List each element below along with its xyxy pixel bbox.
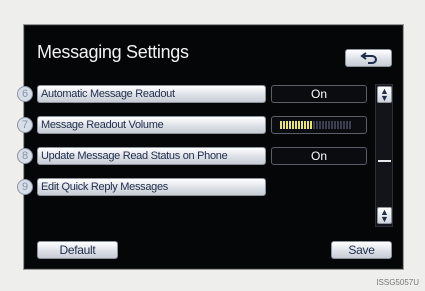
status-value: On — [310, 87, 327, 101]
volume-segment-empty — [346, 121, 348, 129]
display-screen: Messaging Settings 6 Automatic Message R… — [17, 25, 403, 269]
volume-level-bars — [280, 121, 352, 129]
row-label: Message Readout Volume — [41, 119, 164, 131]
volume-segment-empty — [343, 121, 345, 129]
volume-segment-filled — [292, 121, 294, 129]
volume-segment-empty — [328, 121, 330, 129]
scroll-down-button[interactable]: ▲ ▼ — [377, 207, 392, 224]
volume-segment-empty — [337, 121, 339, 129]
scrollbar-thumb[interactable] — [378, 160, 391, 162]
status-value: On — [310, 149, 327, 163]
volume-segment-filled — [298, 121, 300, 129]
save-label: Save — [348, 243, 375, 257]
automatic-message-readout-button[interactable]: Automatic Message Readout — [37, 85, 266, 103]
back-arrow-icon — [359, 52, 377, 64]
update-read-status-value[interactable]: On — [271, 147, 367, 165]
volume-segment-filled — [283, 121, 285, 129]
volume-segment-filled — [286, 121, 288, 129]
update-message-read-status-button[interactable]: Update Message Read Status on Phone — [37, 147, 266, 165]
scroll-up-button[interactable]: ▲ ▼ — [377, 86, 392, 103]
volume-segment-filled — [304, 121, 306, 129]
page-title: Messaging Settings — [37, 42, 189, 62]
volume-segment-filled — [289, 121, 291, 129]
row-label: Update Message Read Status on Phone — [41, 150, 228, 162]
scroll-up-icon: ▲ ▼ — [380, 85, 389, 103]
volume-segment-empty — [349, 121, 351, 129]
volume-segment-empty — [340, 121, 342, 129]
volume-meter[interactable] — [271, 116, 367, 134]
row-number-badge: 9 — [17, 179, 33, 195]
volume-segment-empty — [316, 121, 318, 129]
save-button[interactable]: Save — [331, 241, 392, 259]
volume-segment-filled — [310, 121, 312, 129]
default-label: Default — [59, 243, 96, 257]
volume-segment-empty — [331, 121, 333, 129]
scrollbar-track[interactable] — [375, 84, 393, 227]
row-label: Automatic Message Readout — [41, 88, 175, 100]
volume-segment-filled — [295, 121, 297, 129]
edit-quick-reply-messages-button[interactable]: Edit Quick Reply Messages — [37, 178, 266, 196]
volume-segment-empty — [334, 121, 336, 129]
volume-segment-empty — [325, 121, 327, 129]
default-button[interactable]: Default — [37, 241, 118, 259]
row-number-badge: 6 — [17, 86, 33, 102]
volume-segment-empty — [322, 121, 324, 129]
volume-segment-filled — [307, 121, 309, 129]
scroll-down-icon: ▲ ▼ — [380, 206, 389, 224]
back-button[interactable] — [345, 49, 392, 67]
row-label: Edit Quick Reply Messages — [41, 181, 168, 193]
row-number-badge: 7 — [17, 117, 33, 133]
volume-segment-empty — [313, 121, 315, 129]
row-number-badge: 8 — [17, 148, 33, 164]
message-readout-volume-button[interactable]: Message Readout Volume — [37, 116, 266, 134]
automatic-readout-status[interactable]: On — [271, 85, 367, 103]
volume-segment-empty — [319, 121, 321, 129]
volume-segment-filled — [280, 121, 282, 129]
volume-segment-filled — [301, 121, 303, 129]
image-code: ISSG5057U — [376, 278, 419, 287]
